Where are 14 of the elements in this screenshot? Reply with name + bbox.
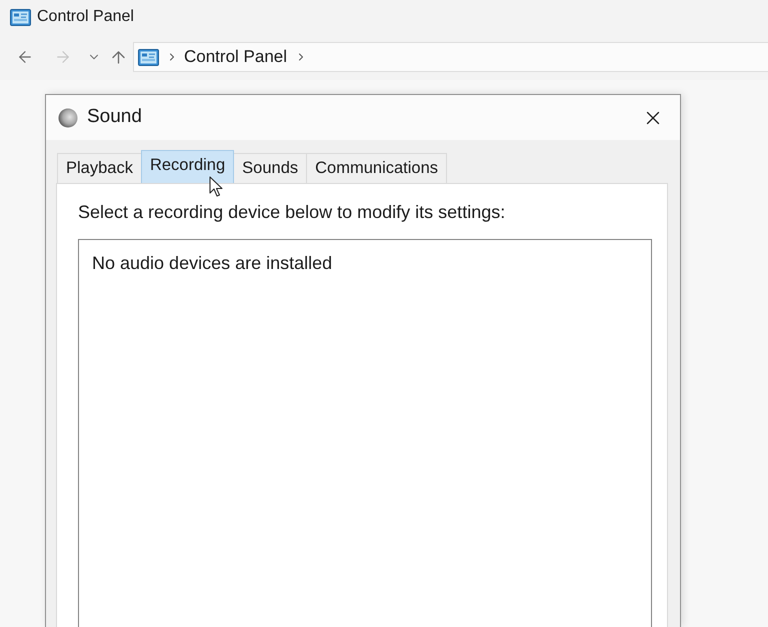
breadcrumb-item[interactable]: Control Panel — [184, 44, 288, 70]
address-bar[interactable]: Control Panel — [133, 42, 768, 72]
instruction-text: Select a recording device below to modify its settings: — [78, 201, 506, 223]
control-panel-icon — [10, 8, 31, 26]
tab[interactable]: Playback — [57, 153, 142, 183]
right-arrow-icon — [54, 48, 72, 66]
control-panel-icon — [138, 48, 159, 66]
tab[interactable]: Recording — [140, 150, 234, 183]
dialog-title: Sound — [87, 105, 142, 130]
tab[interactable]: Communications — [306, 153, 448, 183]
speaker-icon — [58, 108, 78, 128]
device-list[interactable]: No audio devices are installed — [78, 239, 652, 627]
empty-list-message: No audio devices are installed — [92, 253, 332, 273]
window-title: Control Panel — [37, 7, 134, 27]
